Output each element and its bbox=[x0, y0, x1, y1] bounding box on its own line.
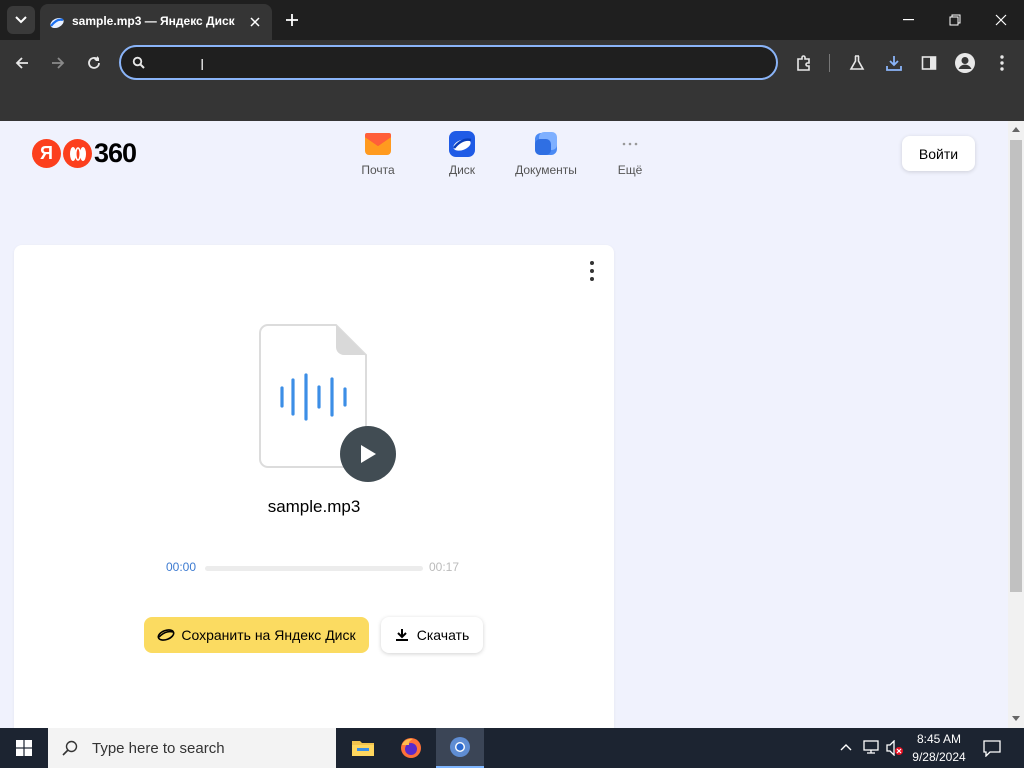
total-time: 00:17 bbox=[429, 560, 460, 574]
toolbar-divider bbox=[829, 54, 830, 72]
download-button[interactable]: Скачать bbox=[381, 617, 483, 653]
windows-taskbar: Type here to search 8:45 AM 9/28/2024 bbox=[0, 728, 1024, 768]
service-disk[interactable]: Диск bbox=[420, 131, 504, 181]
tab-close-button[interactable] bbox=[246, 13, 264, 31]
browser-menu-button[interactable] bbox=[988, 49, 1016, 77]
close-window-button[interactable] bbox=[978, 0, 1024, 40]
scrollbar-thumb[interactable] bbox=[1010, 140, 1022, 592]
side-panel-icon bbox=[921, 56, 937, 70]
new-tab-button[interactable] bbox=[282, 10, 302, 30]
downloads-button[interactable] bbox=[880, 49, 908, 77]
system-clock[interactable]: 8:45 AM 9/28/2024 bbox=[904, 730, 974, 766]
play-button[interactable] bbox=[340, 426, 396, 482]
restore-icon bbox=[949, 14, 961, 26]
firefox-app[interactable] bbox=[387, 728, 435, 768]
forward-button[interactable] bbox=[44, 49, 72, 77]
mail-icon bbox=[365, 131, 391, 157]
windows-logo-icon bbox=[16, 740, 32, 756]
taskbar-search-box[interactable]: Type here to search bbox=[48, 728, 336, 768]
kebab-menu-icon bbox=[1000, 55, 1004, 71]
page-content: Я 360 Почта Диск Документы Ещё Войти sam… bbox=[0, 121, 1008, 728]
minimize-button[interactable] bbox=[886, 0, 932, 40]
file-explorer-app[interactable] bbox=[339, 728, 387, 768]
save-to-disk-label: Сохранить на Яндекс Диск bbox=[181, 627, 356, 643]
disk-logo-icon bbox=[157, 629, 175, 641]
folder-icon bbox=[352, 741, 374, 756]
kebab-dot bbox=[590, 261, 594, 265]
browser-tab-active[interactable]: sample.mp3 — Яндекс Диск bbox=[40, 4, 272, 40]
flask-icon bbox=[849, 55, 865, 70]
play-icon bbox=[361, 445, 376, 463]
service-mail[interactable]: Почта bbox=[336, 131, 420, 181]
progress-bar[interactable] bbox=[205, 566, 423, 571]
start-button[interactable] bbox=[0, 728, 48, 768]
plus-icon bbox=[286, 14, 298, 26]
extensions-button[interactable] bbox=[790, 49, 818, 77]
tray-overflow-chevron-icon[interactable] bbox=[840, 743, 852, 751]
avatar-icon bbox=[955, 53, 975, 73]
arrow-left-icon bbox=[15, 57, 28, 69]
chevron-down-icon bbox=[15, 16, 27, 24]
current-time: 00:00 bbox=[166, 560, 197, 574]
chrome-app-active[interactable] bbox=[436, 728, 484, 768]
bookmarks-bar bbox=[0, 86, 1024, 121]
labs-button[interactable] bbox=[843, 49, 871, 77]
kebab-dot bbox=[590, 269, 594, 273]
chrome-icon bbox=[450, 737, 470, 757]
network-icon[interactable] bbox=[863, 740, 879, 754]
arrow-right-icon bbox=[52, 57, 65, 69]
scroll-down-arrow-icon bbox=[1012, 716, 1020, 721]
tab-title: sample.mp3 — Яндекс Диск bbox=[72, 14, 235, 28]
yandex-360-logo[interactable]: Я 360 bbox=[32, 138, 137, 169]
kebab-dot bbox=[590, 277, 594, 281]
logo-360-text: 360 bbox=[94, 138, 137, 168]
search-icon bbox=[62, 740, 78, 756]
documents-icon bbox=[533, 131, 559, 157]
address-input[interactable] bbox=[155, 53, 755, 73]
login-button[interactable]: Войти bbox=[902, 136, 975, 171]
minimize-icon bbox=[903, 19, 914, 21]
close-icon bbox=[995, 14, 1007, 26]
browser-toolbar bbox=[0, 40, 1024, 86]
close-icon bbox=[250, 17, 260, 27]
file-name: sample.mp3 bbox=[267, 497, 361, 516]
restore-button[interactable] bbox=[932, 0, 978, 40]
service-documents-label: Документы bbox=[515, 163, 577, 177]
notification-icon[interactable] bbox=[983, 739, 1001, 757]
reload-icon bbox=[88, 56, 100, 69]
yandex-disk-favicon-icon bbox=[50, 17, 64, 29]
puzzle-piece-icon bbox=[797, 55, 810, 71]
scroll-up-arrow-icon bbox=[1012, 127, 1020, 132]
service-disk-label: Диск bbox=[448, 163, 476, 177]
address-bar[interactable] bbox=[119, 45, 778, 80]
tab-search-button[interactable] bbox=[7, 6, 35, 34]
service-mail-label: Почта bbox=[361, 163, 395, 177]
taskbar-search-placeholder: Type here to search bbox=[92, 739, 225, 757]
clock-date: 9/28/2024 bbox=[912, 750, 966, 764]
save-to-disk-button[interactable]: Сохранить на Яндекс Диск bbox=[144, 617, 369, 653]
file-menu-button[interactable] bbox=[584, 261, 600, 281]
logo-ya-mark: Я bbox=[32, 139, 61, 168]
browser-title-bar: sample.mp3 — Яндекс Диск bbox=[0, 0, 1024, 40]
service-more[interactable]: Ещё bbox=[588, 131, 672, 181]
back-button[interactable] bbox=[8, 49, 36, 77]
firefox-icon bbox=[401, 738, 421, 758]
profile-button[interactable] bbox=[951, 49, 979, 77]
clock-time: 8:45 AM bbox=[916, 732, 962, 746]
search-icon bbox=[132, 56, 145, 69]
more-dots-icon bbox=[617, 131, 643, 157]
reload-button[interactable] bbox=[80, 49, 108, 77]
logo-waves-icon bbox=[69, 146, 86, 161]
volume-muted-icon[interactable] bbox=[886, 740, 904, 756]
side-panel-button[interactable] bbox=[915, 49, 943, 77]
file-preview-card: sample.mp3 00:00 00:17 Сохранить на Янде… bbox=[14, 245, 614, 728]
service-documents[interactable]: Документы bbox=[504, 131, 588, 181]
logo-waves-mark bbox=[63, 139, 92, 168]
download-icon bbox=[395, 629, 408, 641]
service-more-label: Ещё bbox=[617, 163, 643, 177]
download-icon bbox=[886, 56, 902, 71]
disk-icon bbox=[449, 131, 475, 157]
download-label: Скачать bbox=[416, 627, 470, 643]
text-cursor: I bbox=[200, 57, 205, 74]
